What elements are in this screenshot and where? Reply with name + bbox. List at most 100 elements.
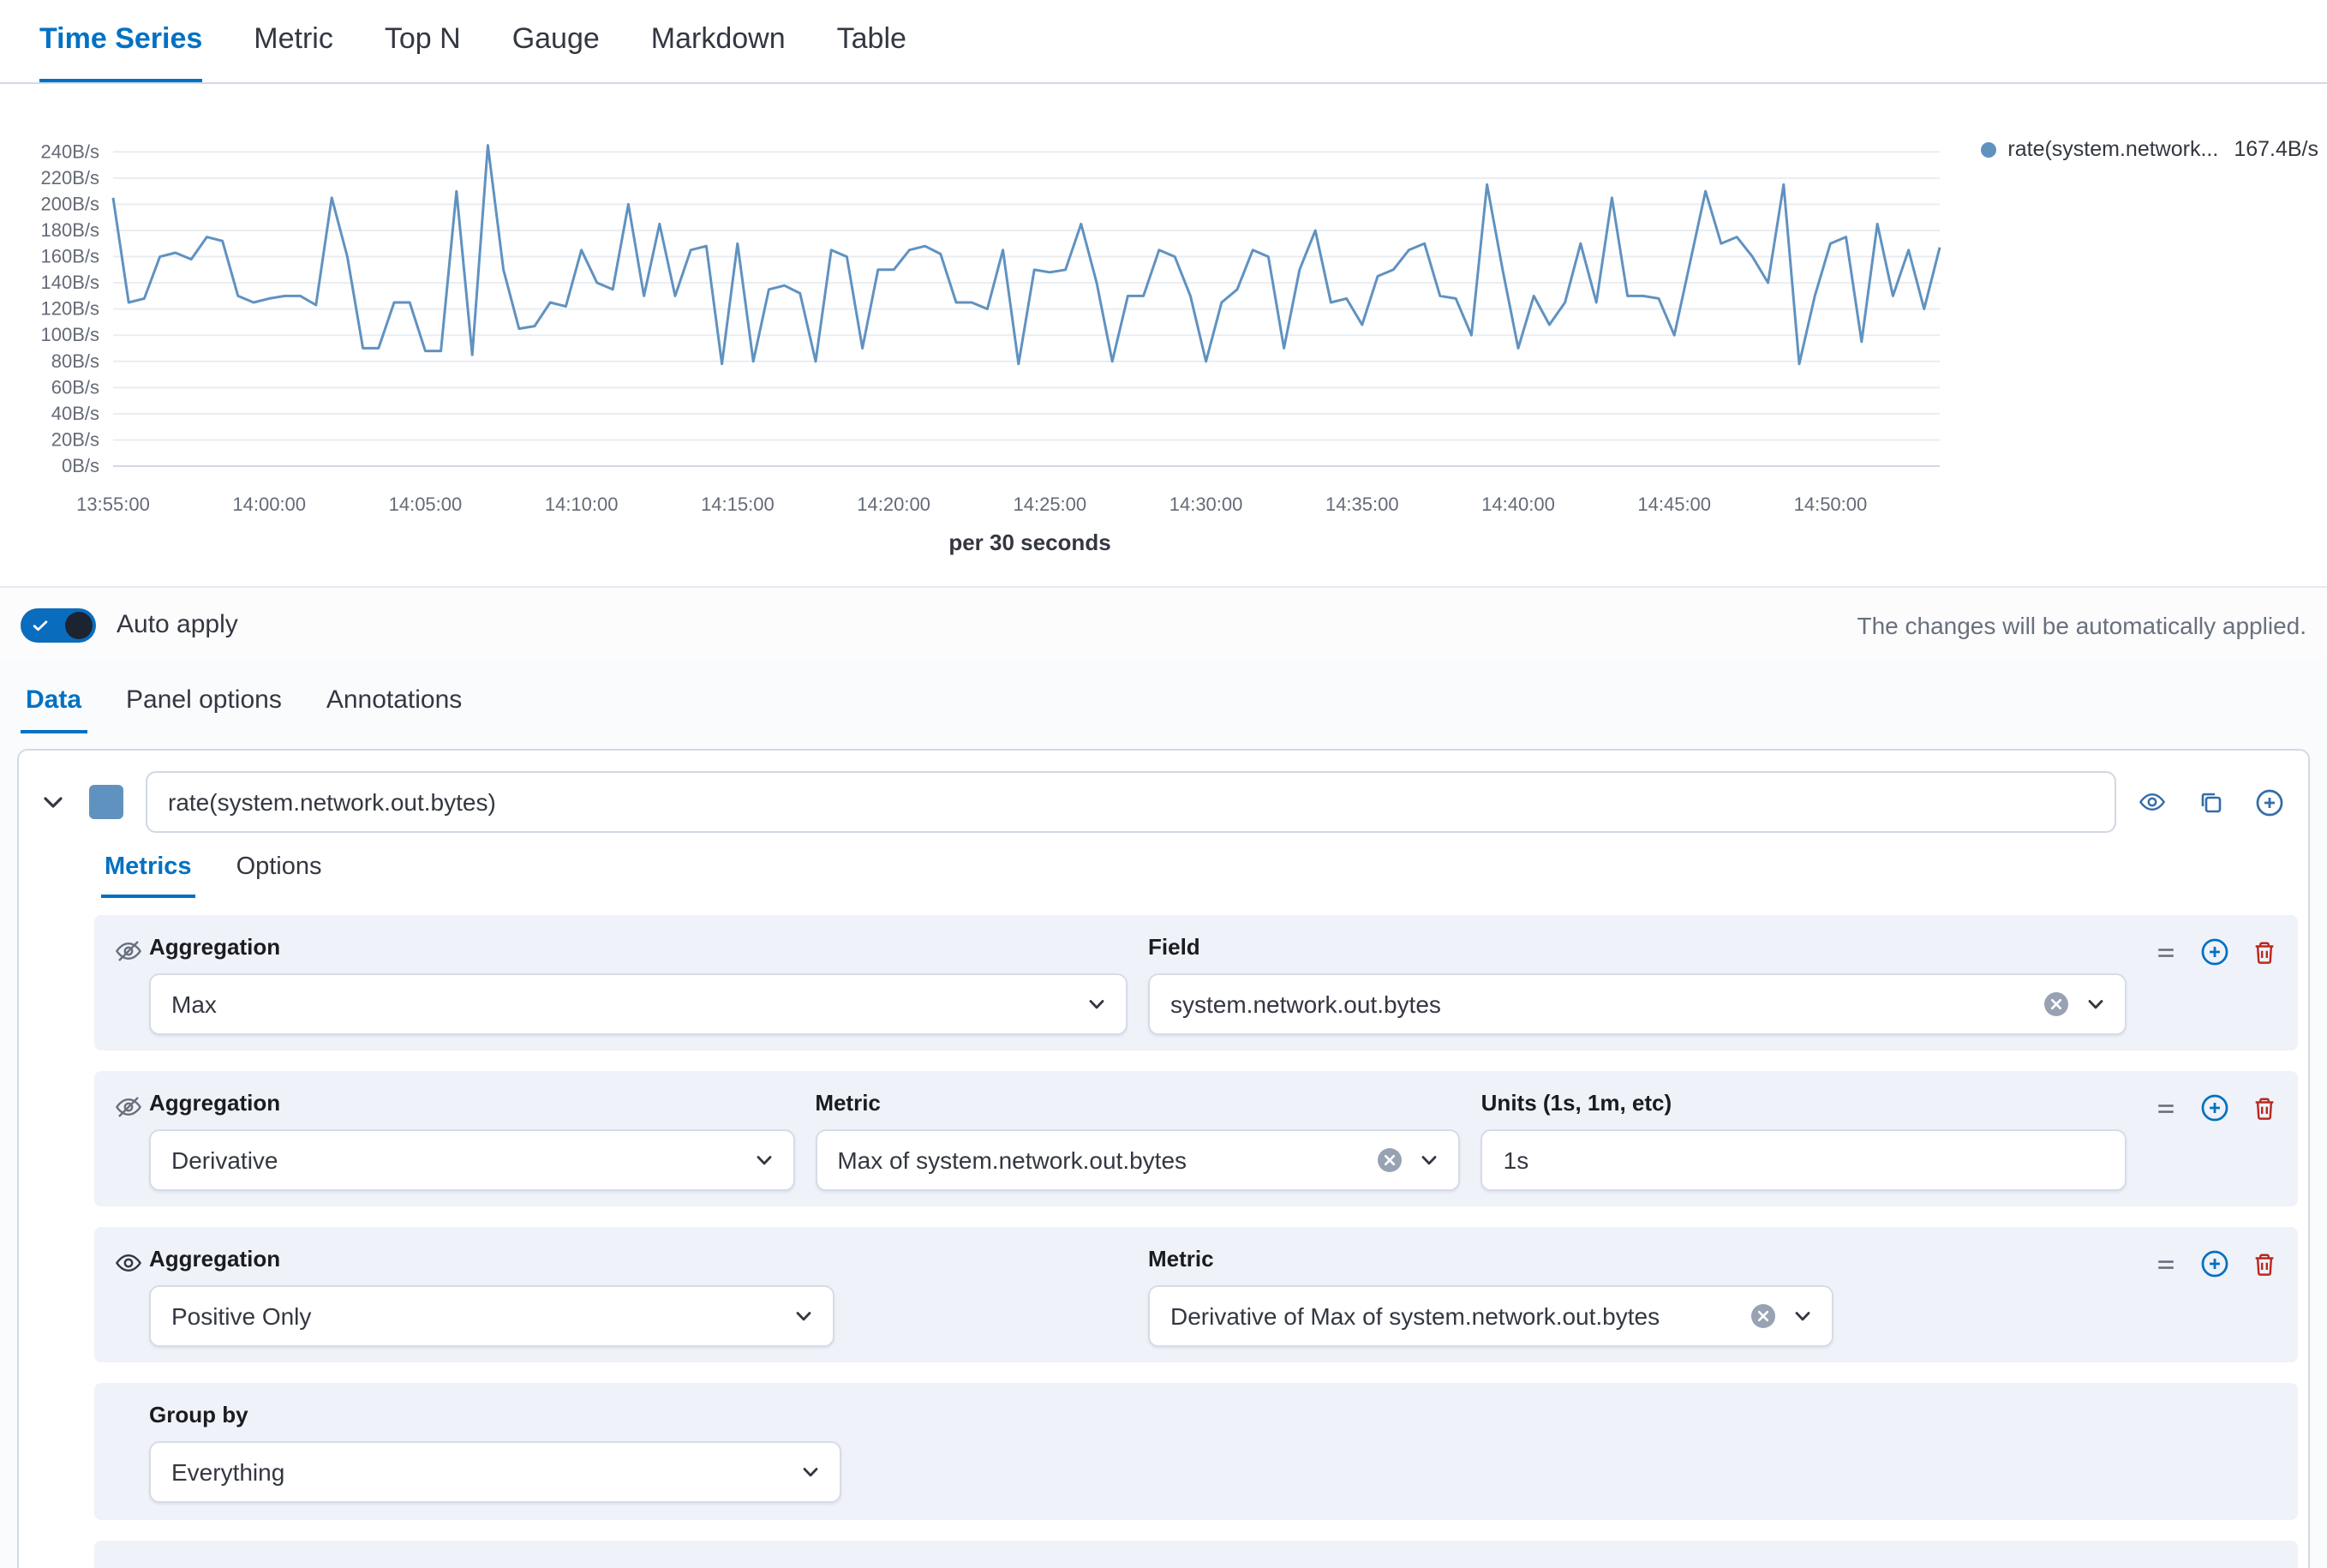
svg-text:140B/s: 140B/s [41,272,100,293]
field-label: Aggregation [149,1090,794,1116]
clone-icon[interactable] [2197,788,2224,816]
svg-text:14:40:00: 14:40:00 [1481,494,1555,515]
drag-handle-icon[interactable] [2154,940,2178,964]
tab-options[interactable]: Options [233,850,326,898]
metric-row: Aggregation Derivative Metric Max of sys… [94,1071,2298,1206]
tab-data[interactable]: Data [21,675,87,733]
series-label-input[interactable] [146,771,2116,833]
editor-lower-area: Data Panel options Annotations [0,661,2327,1568]
clear-selection-icon[interactable] [2043,990,2070,1018]
eye-closed-icon[interactable] [115,937,142,965]
field-label: Aggregation [149,934,1128,960]
delete-metric-icon[interactable] [2252,938,2277,966]
auto-apply-label: Auto apply [117,610,238,639]
eye-closed-icon[interactable] [115,1093,142,1121]
series-header [19,751,2308,850]
switch-thumb [65,611,93,638]
svg-text:120B/s: 120B/s [41,298,100,320]
tab-metric[interactable]: Metric [254,0,333,82]
timeseries-chart-section: 0B/s 20B/s 40B/s 60B/s 80B/s 100B/s 120B/s 140B… [0,84,2327,586]
clear-selection-icon[interactable] [1377,1146,1404,1174]
drag-handle-icon[interactable] [2154,1096,2178,1120]
field-label: Aggregation [149,1246,1128,1272]
visualization-type-tabs: Time Series Metric Top N Gauge Markdown … [0,0,2327,84]
delete-metric-icon[interactable] [2252,1250,2277,1278]
svg-text:60B/s: 60B/s [51,376,99,398]
check-icon [31,614,50,635]
chart-interval-label: per 30 seconds [117,530,1943,555]
add-metric-icon[interactable] [2200,1093,2229,1122]
svg-text:13:55:00: 13:55:00 [76,494,150,515]
svg-text:200B/s: 200B/s [41,193,100,214]
eye-icon[interactable] [2139,788,2166,816]
drag-handle-icon[interactable] [2154,1252,2178,1276]
clear-selection-icon[interactable] [1749,1302,1776,1330]
auto-apply-bar: Auto apply The changes will be automatic… [0,586,2327,661]
chevron-down-icon [1790,1304,1814,1328]
eye-icon[interactable] [115,1249,142,1277]
chevron-down-icon [1418,1148,1442,1172]
svg-text:20B/s: 20B/s [51,428,99,450]
svg-text:14:25:00: 14:25:00 [1014,494,1087,515]
timeseries-chart: 0B/s 20B/s 40B/s 60B/s 80B/s 100B/s 120B/s 140B… [3,84,2128,523]
chart-legend: rate(system.network... 167.4B/s [1980,137,2318,161]
legend-series-label: rate(system.network... [2007,137,2218,161]
metric-row: Aggregation Max Field system.network.out… [94,915,2298,1050]
svg-text:14:30:00: 14:30:00 [1169,494,1243,515]
chevron-down-icon [799,1460,823,1484]
group-by-select[interactable]: Everything [149,1441,841,1503]
field-label: Metric [1148,1246,2127,1272]
metric-combobox[interactable]: Derivative of Max of system.network.out.… [1148,1285,1833,1347]
chevron-down-icon [2084,992,2108,1016]
aggregation-select[interactable]: Max [149,973,1128,1035]
field-label: Field [1148,934,2127,960]
chevron-down-icon [791,1304,815,1328]
svg-text:160B/s: 160B/s [41,246,100,267]
add-series-icon[interactable] [2255,787,2284,817]
chevron-down-icon [751,1148,775,1172]
tab-time-series[interactable]: Time Series [39,0,202,82]
series-color-swatch[interactable] [89,785,123,819]
field-label: Units (1s, 1m, etc) [1481,1090,2127,1116]
svg-text:14:35:00: 14:35:00 [1325,494,1399,515]
tab-top-n[interactable]: Top N [385,0,461,82]
svg-text:14:50:00: 14:50:00 [1794,494,1868,515]
svg-text:240B/s: 240B/s [41,141,100,162]
metric-combobox[interactable]: Max of system.network.out.bytes [815,1129,1460,1191]
svg-text:14:20:00: 14:20:00 [857,494,930,515]
units-input[interactable]: 1s [1481,1129,2127,1191]
tab-markdown[interactable]: Markdown [651,0,786,82]
add-metric-icon[interactable] [2200,937,2229,967]
svg-text:14:45:00: 14:45:00 [1637,494,1711,515]
svg-text:100B/s: 100B/s [41,324,100,345]
add-metric-icon[interactable] [2200,1249,2229,1278]
tab-annotations[interactable]: Annotations [321,675,467,733]
chevron-down-icon [1085,992,1109,1016]
group-by-section: Group by Everything [94,1383,2298,1520]
auto-apply-note: The changes will be automatically applie… [1857,611,2306,638]
svg-text:40B/s: 40B/s [51,403,99,424]
tab-metrics[interactable]: Metrics [101,850,195,898]
collapse-chevron-icon[interactable] [39,788,67,816]
tab-panel-options[interactable]: Panel options [121,675,287,733]
aggregation-select[interactable]: Derivative [149,1129,794,1191]
tab-table[interactable]: Table [837,0,906,82]
svg-text:80B/s: 80B/s [51,350,99,372]
svg-text:14:00:00: 14:00:00 [232,494,306,515]
delete-metric-icon[interactable] [2252,1094,2277,1122]
next-section-strip [94,1541,2298,1568]
svg-text:0B/s: 0B/s [62,455,99,476]
group-by-label: Group by [149,1402,2127,1427]
svg-text:14:15:00: 14:15:00 [701,494,775,515]
legend-series-dot [1980,141,1995,157]
config-tabs: Data Panel options Annotations [0,661,2327,733]
series-panel: Metrics Options Aggregation Max [17,749,2310,1568]
tab-gauge[interactable]: Gauge [512,0,600,82]
aggregation-select[interactable]: Positive Only [149,1285,834,1347]
legend-series-value: 167.4B/s [2234,137,2318,161]
field-combobox[interactable]: system.network.out.bytes [1148,973,2127,1035]
svg-text:14:05:00: 14:05:00 [389,494,463,515]
auto-apply-switch[interactable] [21,607,96,642]
series-tabs: Metrics Options [101,850,2308,898]
svg-text:14:10:00: 14:10:00 [545,494,619,515]
